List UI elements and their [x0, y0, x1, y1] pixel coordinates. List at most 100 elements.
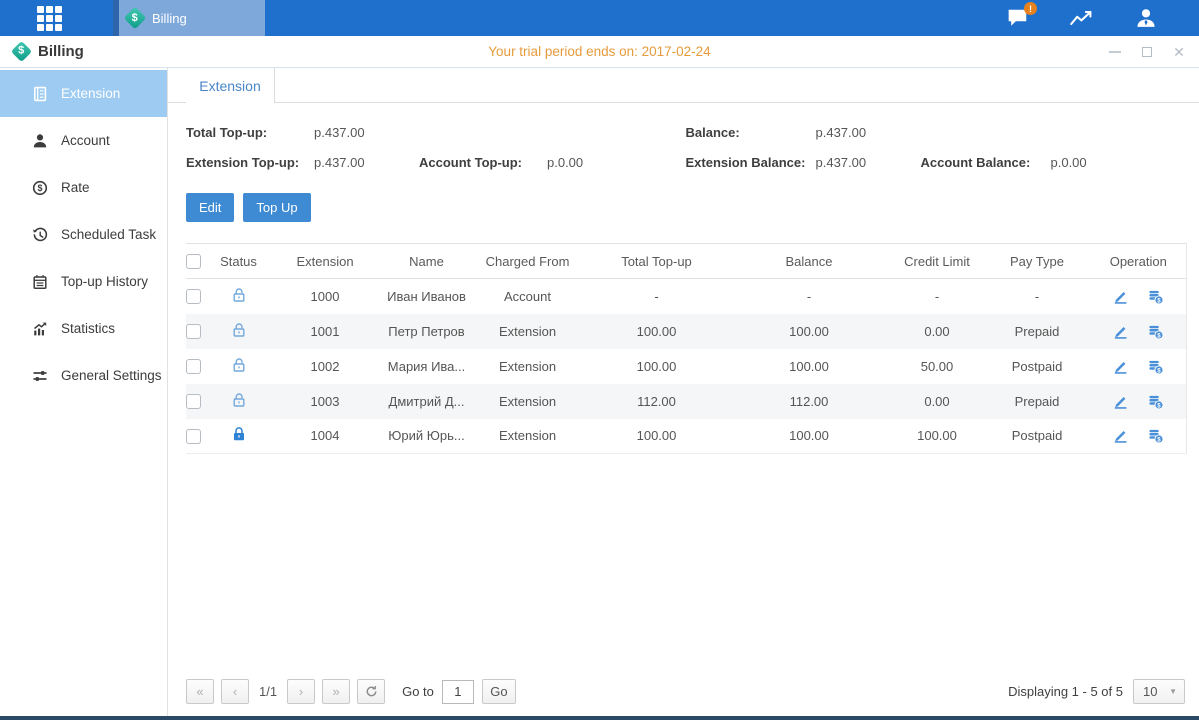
main-panel: Extension Total Top-up: p.437.00 Balance…: [168, 68, 1199, 716]
select-all-checkbox[interactable]: [186, 254, 201, 269]
table-row: 1003 Дмитрий Д... Extension 112.00 112.0…: [186, 384, 1186, 419]
table-row: 1001 Петр Петров Extension 100.00 100.00…: [186, 314, 1186, 349]
next-page-button[interactable]: ›: [287, 679, 315, 704]
sidebar-item-label: Top-up History: [61, 274, 148, 289]
topup-row-icon[interactable]: $: [1147, 427, 1164, 444]
cell-credit-limit: 100.00: [891, 419, 983, 454]
app-launcher-icon[interactable]: [37, 6, 63, 30]
row-checkbox[interactable]: [186, 394, 201, 409]
go-button[interactable]: Go: [482, 679, 516, 704]
sidebar-item-label: Extension: [61, 86, 120, 101]
prev-page-button[interactable]: ‹: [221, 679, 249, 704]
sidebar-item-scheduled-task[interactable]: Scheduled Task: [0, 211, 167, 258]
account-balance-label: Account Balance:: [921, 155, 1051, 170]
topup-row-icon[interactable]: $: [1147, 358, 1164, 375]
page-size-select[interactable]: 10 ▼: [1133, 679, 1185, 704]
maximize-button[interactable]: [1139, 44, 1155, 60]
svg-text:$: $: [37, 183, 42, 193]
sidebar-item-extension[interactable]: Extension: [0, 70, 167, 117]
topup-row-icon[interactable]: $: [1147, 323, 1164, 340]
summary-panel: Total Top-up: p.437.00 Balance: p.437.00…: [186, 125, 1185, 170]
total-topup-label: Total Top-up:: [186, 125, 314, 140]
topup-row-icon[interactable]: $: [1147, 393, 1164, 410]
statistics-icon: [31, 320, 48, 337]
cell-total-topup: -: [586, 279, 727, 314]
extension-topup-value: p.437.00: [314, 155, 419, 170]
cell-balance: 100.00: [727, 314, 891, 349]
cell-total-topup: 100.00: [586, 314, 727, 349]
edit-button[interactable]: Edit: [186, 193, 234, 222]
col-balance: Balance: [727, 244, 891, 279]
svg-text:$: $: [1157, 367, 1161, 374]
pagination-bar: « ‹ 1/1 › » Go to Go Displaying 1 - 5 of…: [186, 679, 1185, 704]
trial-notice: Your trial period ends on: 2017-02-24: [0, 44, 1199, 59]
cell-extension: 1002: [266, 349, 384, 384]
table-row: 1000 Иван Иванов Account - - - - $: [186, 279, 1186, 314]
goto-page-input[interactable]: [442, 680, 474, 704]
taskbar-tab-label: Billing: [152, 11, 187, 26]
taskbar-tab-billing[interactable]: $ Billing: [113, 0, 265, 36]
row-checkbox[interactable]: [186, 359, 201, 374]
window-title: Billing: [38, 43, 84, 60]
edit-row-icon[interactable]: [1112, 393, 1129, 410]
lock-status-icon: [231, 357, 247, 373]
cell-charged-from: Extension: [469, 419, 586, 454]
sidebar-item-label: General Settings: [61, 368, 162, 383]
billing-app-icon: $: [124, 7, 147, 30]
row-checkbox[interactable]: [186, 289, 201, 304]
desktop-topbar: $ Billing !: [0, 0, 1199, 36]
cell-credit-limit: 0.00: [891, 384, 983, 419]
cell-charged-from: Extension: [469, 349, 586, 384]
cell-pay-type: Prepaid: [983, 314, 1091, 349]
table-row: 1002 Мария Ива... Extension 100.00 100.0…: [186, 349, 1186, 384]
sidebar-item-rate[interactable]: $ Rate: [0, 164, 167, 211]
tab-extension[interactable]: Extension: [186, 68, 275, 103]
svg-text:$: $: [1157, 437, 1161, 444]
cell-total-topup: 100.00: [586, 349, 727, 384]
minimize-button[interactable]: [1107, 44, 1123, 60]
row-checkbox[interactable]: [186, 324, 201, 339]
close-button[interactable]: ✕: [1171, 44, 1187, 60]
topup-row-icon[interactable]: $: [1147, 288, 1164, 305]
edit-row-icon[interactable]: [1112, 427, 1129, 444]
notification-badge: !: [1024, 2, 1037, 15]
svg-text:$: $: [1157, 332, 1161, 339]
edit-row-icon[interactable]: [1112, 323, 1129, 340]
cell-extension: 1000: [266, 279, 384, 314]
displaying-text: Displaying 1 - 5 of 5: [1008, 684, 1123, 699]
account-topup-value: p.0.00: [547, 155, 652, 170]
cell-pay-type: Prepaid: [983, 384, 1091, 419]
cell-total-topup: 112.00: [586, 384, 727, 419]
resource-monitor-icon[interactable]: [1069, 6, 1095, 30]
cell-charged-from: Account: [469, 279, 586, 314]
last-page-button[interactable]: »: [322, 679, 350, 704]
general-settings-icon: [31, 367, 48, 384]
cell-charged-from: Extension: [469, 314, 586, 349]
extension-balance-value: p.437.00: [816, 155, 921, 170]
lock-status-icon: [231, 287, 247, 303]
extension-balance-label: Extension Balance:: [686, 155, 816, 170]
cell-balance: 112.00: [727, 384, 891, 419]
top-up-button[interactable]: Top Up: [243, 193, 310, 222]
sidebar-item-account[interactable]: Account: [0, 117, 167, 164]
cell-balance: 100.00: [727, 349, 891, 384]
cell-credit-limit: 0.00: [891, 314, 983, 349]
col-credit-limit: Credit Limit: [891, 244, 983, 279]
col-extension: Extension: [266, 244, 384, 279]
refresh-button[interactable]: [357, 679, 385, 704]
cell-charged-from: Extension: [469, 384, 586, 419]
cell-name: Петр Петров: [384, 324, 469, 339]
tab-strip: Extension: [168, 68, 1199, 103]
cell-balance: -: [727, 279, 891, 314]
sidebar-item-general-settings[interactable]: General Settings: [0, 352, 167, 399]
user-account-icon[interactable]: [1133, 6, 1159, 30]
first-page-button[interactable]: «: [186, 679, 214, 704]
edit-row-icon[interactable]: [1112, 358, 1129, 375]
row-checkbox[interactable]: [186, 429, 201, 444]
sidebar-item-statistics[interactable]: Statistics: [0, 305, 167, 352]
account-balance-value: p.0.00: [1051, 155, 1156, 170]
sidebar-item-topup-history[interactable]: Top-up History: [0, 258, 167, 305]
extension-icon: [31, 85, 48, 102]
notifications-icon[interactable]: !: [1005, 6, 1031, 30]
edit-row-icon[interactable]: [1112, 288, 1129, 305]
